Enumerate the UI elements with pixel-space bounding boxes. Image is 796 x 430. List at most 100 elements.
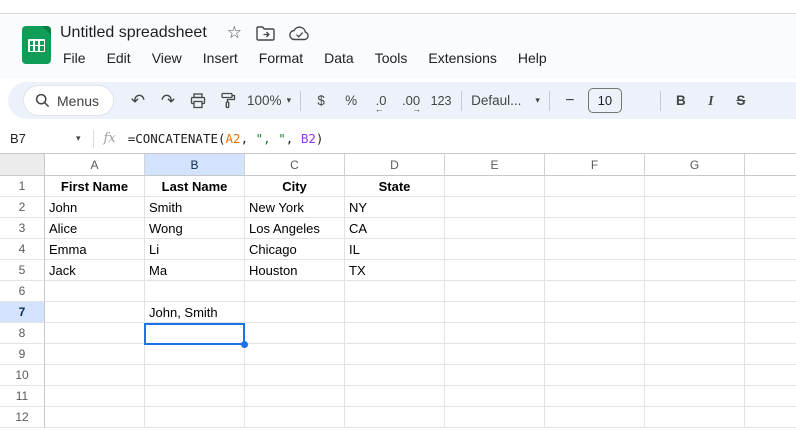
cell-f2[interactable] bbox=[545, 197, 645, 218]
cell-e4[interactable] bbox=[445, 239, 545, 260]
cell-partial[interactable] bbox=[745, 260, 796, 281]
cell-c1[interactable]: City bbox=[245, 176, 345, 197]
cell-a11[interactable] bbox=[45, 386, 145, 407]
cell-c7[interactable] bbox=[245, 302, 345, 323]
menu-item-edit[interactable]: Edit bbox=[104, 48, 134, 68]
cell-g2[interactable] bbox=[645, 197, 745, 218]
cell-e6[interactable] bbox=[445, 281, 545, 302]
cell-g11[interactable] bbox=[645, 386, 745, 407]
cell-g3[interactable] bbox=[645, 218, 745, 239]
menu-item-insert[interactable]: Insert bbox=[200, 48, 241, 68]
cell-b6[interactable] bbox=[145, 281, 245, 302]
cell-b2[interactable]: Smith bbox=[145, 197, 245, 218]
cell-e1[interactable] bbox=[445, 176, 545, 197]
decrease-font-size-button[interactable]: − bbox=[557, 88, 583, 114]
cell-b8[interactable] bbox=[145, 323, 245, 344]
column-header-partial[interactable] bbox=[745, 154, 796, 176]
cell-a2[interactable]: John bbox=[45, 197, 145, 218]
row-header-12[interactable]: 12 bbox=[0, 407, 45, 428]
cell-e12[interactable] bbox=[445, 407, 545, 428]
cell-f1[interactable] bbox=[545, 176, 645, 197]
cell-f6[interactable] bbox=[545, 281, 645, 302]
cell-f7[interactable] bbox=[545, 302, 645, 323]
cell-c11[interactable] bbox=[245, 386, 345, 407]
row-header-5[interactable]: 5 bbox=[0, 260, 45, 281]
cell-c12[interactable] bbox=[245, 407, 345, 428]
column-header-d[interactable]: D bbox=[345, 154, 445, 176]
cell-c9[interactable] bbox=[245, 344, 345, 365]
format-currency-button[interactable]: $ bbox=[308, 88, 334, 114]
select-all-corner[interactable] bbox=[0, 154, 45, 176]
cell-b5[interactable]: Ma bbox=[145, 260, 245, 281]
cell-f8[interactable] bbox=[545, 323, 645, 344]
cell-d4[interactable]: IL bbox=[345, 239, 445, 260]
cell-c8[interactable] bbox=[245, 323, 345, 344]
cell-a10[interactable] bbox=[45, 365, 145, 386]
menu-item-format[interactable]: Format bbox=[256, 48, 306, 68]
cell-a7[interactable] bbox=[45, 302, 145, 323]
format-percent-button[interactable]: % bbox=[338, 88, 364, 114]
cell-b3[interactable]: Wong bbox=[145, 218, 245, 239]
cell-b7[interactable]: John, Smith bbox=[145, 302, 245, 323]
cell-g12[interactable] bbox=[645, 407, 745, 428]
cell-b11[interactable] bbox=[145, 386, 245, 407]
cell-b4[interactable]: Li bbox=[145, 239, 245, 260]
cell-f3[interactable] bbox=[545, 218, 645, 239]
cell-c2[interactable]: New York bbox=[245, 197, 345, 218]
cloud-saved-icon[interactable] bbox=[289, 26, 310, 41]
cell-d11[interactable] bbox=[345, 386, 445, 407]
row-header-7[interactable]: 7 bbox=[0, 302, 45, 323]
menu-item-help[interactable]: Help bbox=[515, 48, 550, 68]
cell-c5[interactable]: Houston bbox=[245, 260, 345, 281]
column-header-f[interactable]: F bbox=[545, 154, 645, 176]
menu-item-view[interactable]: View bbox=[149, 48, 185, 68]
cell-e9[interactable] bbox=[445, 344, 545, 365]
cell-a6[interactable] bbox=[45, 281, 145, 302]
cell-a3[interactable]: Alice bbox=[45, 218, 145, 239]
cell-partial[interactable] bbox=[745, 197, 796, 218]
menus-search-button[interactable]: Menus bbox=[24, 86, 113, 115]
strikethrough-button[interactable]: S bbox=[728, 88, 754, 114]
cell-f9[interactable] bbox=[545, 344, 645, 365]
column-header-e[interactable]: E bbox=[445, 154, 545, 176]
row-header-6[interactable]: 6 bbox=[0, 281, 45, 302]
cell-d8[interactable] bbox=[345, 323, 445, 344]
cell-g5[interactable] bbox=[645, 260, 745, 281]
column-header-g[interactable]: G bbox=[645, 154, 745, 176]
cell-partial[interactable] bbox=[745, 218, 796, 239]
cell-a12[interactable] bbox=[45, 407, 145, 428]
cell-e5[interactable] bbox=[445, 260, 545, 281]
decrease-decimal-button[interactable]: .0← bbox=[368, 88, 394, 114]
print-button[interactable] bbox=[185, 88, 211, 114]
cell-e10[interactable] bbox=[445, 365, 545, 386]
cell-d7[interactable] bbox=[345, 302, 445, 323]
cell-f12[interactable] bbox=[545, 407, 645, 428]
cell-d9[interactable] bbox=[345, 344, 445, 365]
column-header-b[interactable]: B bbox=[145, 154, 245, 176]
cell-f10[interactable] bbox=[545, 365, 645, 386]
cell-d6[interactable] bbox=[345, 281, 445, 302]
column-header-a[interactable]: A bbox=[45, 154, 145, 176]
column-header-c[interactable]: C bbox=[245, 154, 345, 176]
cell-c6[interactable] bbox=[245, 281, 345, 302]
cell-g1[interactable] bbox=[645, 176, 745, 197]
menu-item-data[interactable]: Data bbox=[321, 48, 357, 68]
paint-format-button[interactable] bbox=[215, 88, 241, 114]
cell-a8[interactable] bbox=[45, 323, 145, 344]
fill-handle[interactable] bbox=[241, 341, 248, 348]
formula-input[interactable]: =CONCATENATE(A2, ", ", B2) bbox=[128, 131, 324, 146]
cell-a4[interactable]: Emma bbox=[45, 239, 145, 260]
cell-c3[interactable]: Los Angeles bbox=[245, 218, 345, 239]
bold-button[interactable]: B bbox=[668, 88, 694, 114]
cell-g8[interactable] bbox=[645, 323, 745, 344]
menu-item-file[interactable]: File bbox=[60, 48, 89, 68]
undo-button[interactable]: ↶ bbox=[125, 88, 151, 114]
cell-b9[interactable] bbox=[145, 344, 245, 365]
font-family-selector[interactable]: Defaul... ▾ bbox=[471, 93, 540, 108]
cell-d1[interactable]: State bbox=[345, 176, 445, 197]
increase-font-size-button[interactable] bbox=[627, 88, 653, 114]
cell-a5[interactable]: Jack bbox=[45, 260, 145, 281]
cell-partial[interactable] bbox=[745, 281, 796, 302]
number-format-button[interactable]: 123 bbox=[428, 88, 454, 114]
chevron-down-icon[interactable]: ▾ bbox=[76, 133, 81, 144]
